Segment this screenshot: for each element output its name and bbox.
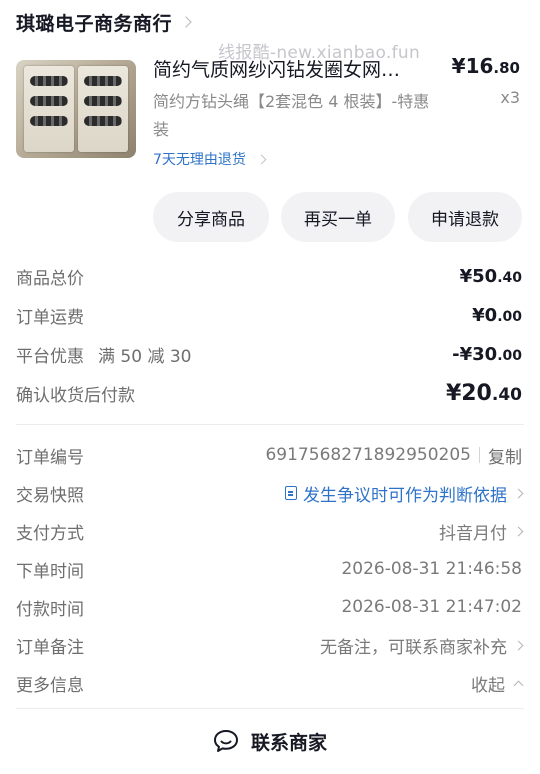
thumb-card: [24, 66, 74, 152]
copy-button[interactable]: 复制: [488, 443, 522, 468]
order-remark-row[interactable]: 订单备注 无备注，可联系商家补充: [16, 630, 524, 660]
divider: [16, 424, 524, 425]
paid-dec: .40: [491, 384, 522, 405]
paid-int: ¥20: [445, 380, 492, 406]
snapshot-label: 交易快照: [16, 485, 84, 506]
payment-method-text: 抖音月付: [439, 523, 507, 544]
shipping-value: ¥0.00: [472, 305, 522, 326]
price-int: ¥16: [451, 54, 494, 78]
request-refund-button[interactable]: 申请退款: [408, 192, 522, 242]
thumb-clip: [84, 76, 122, 86]
product-spec: 简约方钻头绳【2套混色 4 根装】-特惠装: [153, 92, 430, 139]
thumb-clip: [84, 96, 122, 106]
summary-total-row: 商品总价 ¥50.40: [16, 261, 522, 291]
product-thumbnail[interactable]: [16, 60, 136, 158]
share-product-button[interactable]: 分享商品: [153, 192, 269, 242]
shipping-dec: .00: [497, 308, 522, 325]
discount-value: -¥30.00: [452, 344, 522, 365]
pay-time-label: 付款时间: [16, 599, 84, 620]
total-value: ¥50.40: [460, 266, 522, 287]
paid-label: 确认收货后付款: [16, 385, 135, 406]
thumb-clip: [30, 96, 68, 106]
shop-header[interactable]: 琪璐电子商务商行: [16, 4, 192, 40]
order-number-label: 订单编号: [16, 447, 84, 468]
order-time-label: 下单时间: [16, 561, 84, 582]
shipping-int: ¥0: [472, 304, 498, 326]
paid-value: ¥20.40: [446, 381, 522, 406]
order-number-value: 6917568271892950205 复制: [265, 443, 522, 468]
chevron-right-icon: [180, 16, 192, 28]
order-remark-label: 订单备注: [16, 637, 84, 658]
order-time-value: 2026-08-31 21:46:58: [341, 559, 522, 579]
chevron-right-icon: [513, 640, 524, 650]
chat-bubble-icon: [213, 730, 238, 752]
discount-note: 满 50 减 30: [98, 346, 192, 367]
chevron-up-icon: [513, 680, 524, 690]
payment-method-value[interactable]: 抖音月付: [439, 519, 524, 544]
pay-time-row: 付款时间 2026-08-31 21:47:02: [16, 592, 522, 622]
discount-int: -¥30: [452, 343, 498, 365]
product-price: ¥16.80: [452, 54, 520, 78]
summary-paid-row: 确认收货后付款 ¥20.40: [16, 378, 522, 408]
snapshot-value[interactable]: 发生争议时可作为判断依据: [285, 481, 524, 506]
chevron-right-icon: [256, 154, 267, 164]
divider: [16, 708, 524, 709]
refund-policy-label: 7天无理由退货: [153, 152, 246, 168]
chevron-right-icon: [513, 488, 524, 498]
shipping-label: 订单运费: [16, 307, 84, 328]
collapse-text: 收起: [471, 675, 505, 696]
order-time-row: 下单时间 2026-08-31 21:46:58: [16, 554, 522, 584]
snapshot-text: 发生争议时可作为判断依据: [303, 485, 507, 506]
summary-shipping-row: 订单运费 ¥0.00: [16, 300, 522, 330]
order-number: 6917568271892950205: [265, 445, 471, 465]
product-qty: x3: [500, 88, 520, 107]
product-title[interactable]: 简约气质网纱闪钻发圈女网…: [153, 55, 433, 82]
rebuy-button[interactable]: 再买一单: [281, 192, 395, 242]
thumb-card: [78, 66, 128, 152]
snapshot-row[interactable]: 交易快照 发生争议时可作为判断依据: [16, 478, 524, 508]
price-dec: .80: [493, 59, 520, 77]
pay-time-value: 2026-08-31 21:47:02: [341, 597, 522, 617]
more-info-row[interactable]: 更多信息 收起: [16, 668, 524, 698]
total-label: 商品总价: [16, 268, 84, 289]
order-remark-value[interactable]: 无备注，可联系商家补充: [320, 633, 524, 658]
collapse-toggle[interactable]: 收起: [471, 671, 524, 696]
more-info-label: 更多信息: [16, 675, 84, 696]
thumb-clip: [84, 116, 122, 126]
total-int: ¥50: [459, 265, 498, 287]
document-icon: [285, 486, 297, 500]
payment-method-row[interactable]: 支付方式 抖音月付: [16, 516, 524, 546]
discount-label: 平台优惠满 50 减 30: [16, 342, 191, 367]
thumb-clip: [30, 116, 68, 126]
shop-name: 琪璐电子商务商行: [16, 12, 173, 35]
order-remark-text: 无备注，可联系商家补充: [320, 637, 507, 658]
chevron-right-icon: [513, 526, 524, 536]
refund-policy-tag[interactable]: 7天无理由退货: [153, 147, 267, 171]
contact-merchant-button[interactable]: 联系商家: [0, 716, 540, 766]
order-number-row: 订单编号 6917568271892950205 复制: [16, 440, 522, 470]
separator: [479, 447, 480, 463]
summary-discount-row: 平台优惠满 50 减 30 -¥30.00: [16, 339, 522, 369]
discount-dec: .00: [497, 347, 522, 364]
discount-label-text: 平台优惠: [16, 346, 84, 367]
thumb-clip: [30, 76, 68, 86]
contact-merchant-label: 联系商家: [250, 731, 327, 754]
total-dec: .40: [497, 269, 522, 286]
payment-method-label: 支付方式: [16, 523, 84, 544]
